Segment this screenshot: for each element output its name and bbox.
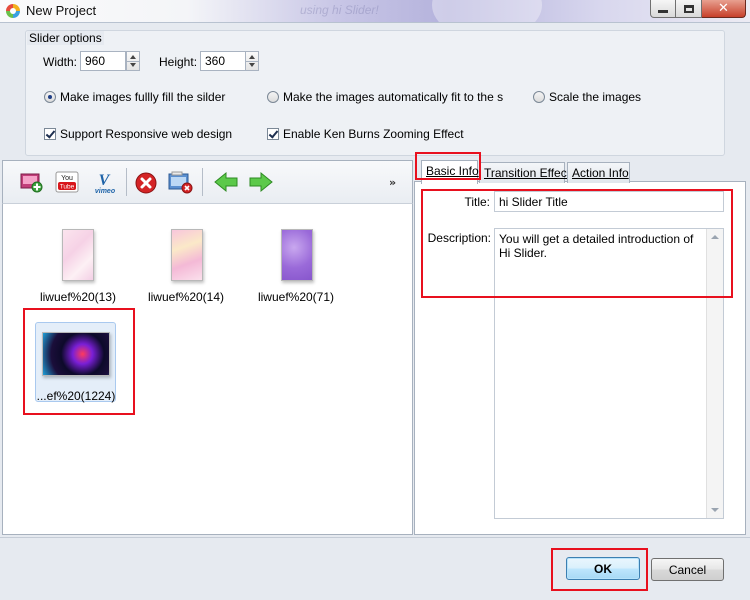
checkbox-ken-burns-label: Enable Ken Burns Zooming Effect — [283, 127, 464, 141]
description-field-label: Description: — [427, 231, 491, 245]
tab-action-info-label: Action Info — [572, 166, 629, 180]
checkbox-ken-burns-box[interactable] — [267, 128, 279, 140]
remove-icon — [135, 172, 157, 194]
scroll-up-icon[interactable] — [711, 235, 719, 239]
height-spinner[interactable] — [245, 51, 259, 71]
thumbnail-image-1[interactable] — [62, 229, 94, 281]
add-image-icon — [20, 173, 43, 193]
add-image-button[interactable] — [20, 171, 44, 193]
radio-fit-label: Make the images automatically fit to the… — [283, 90, 503, 104]
youtube-icon-text-1: You — [61, 175, 73, 182]
minimize-button[interactable] — [650, 0, 676, 18]
toolbar-overflow-button[interactable]: » — [389, 176, 396, 189]
thumbnail-caption-4: ...ef%20(1224) — [36, 389, 116, 403]
width-input[interactable]: 960 — [80, 51, 126, 71]
title-field-label: Title: — [464, 195, 490, 209]
title-input[interactable]: hi Slider Title — [494, 191, 724, 212]
thumbnail-caption-2: liwuef%20(14) — [147, 290, 225, 304]
tab-basic-info-label: Basic Info — [426, 164, 479, 178]
description-scrollbar[interactable] — [706, 229, 723, 518]
vimeo-button[interactable]: V vimeo — [90, 171, 120, 195]
maximize-icon — [683, 4, 694, 13]
app-icon — [6, 4, 20, 18]
description-textarea[interactable]: You will get a detailed introduction of … — [494, 228, 724, 519]
remove-image-button[interactable] — [134, 171, 158, 194]
height-input[interactable]: 360 — [200, 51, 246, 71]
toolbar-separator — [126, 168, 127, 196]
tab-basic-info[interactable]: Basic Info — [421, 160, 479, 184]
youtube-button[interactable]: You Tube — [55, 171, 79, 193]
arrow-right-icon — [249, 171, 273, 193]
minimize-icon — [658, 10, 668, 13]
thumbnail-image-4[interactable] — [42, 332, 110, 376]
youtube-icon-text-2: Tube — [60, 184, 75, 191]
window-controls: ✕ — [650, 0, 746, 18]
remove-all-icon — [168, 171, 193, 194]
checkbox-responsive-label: Support Responsive web design — [60, 127, 233, 141]
radio-fit-indicator[interactable] — [267, 91, 279, 103]
checkbox-ken-burns[interactable]: Enable Ken Burns Zooming Effect — [267, 127, 464, 141]
title-bar-watermark: using hi Slider! — [300, 3, 379, 17]
close-button[interactable]: ✕ — [702, 0, 746, 18]
thumbnail-caption-3: liwuef%20(71) — [257, 290, 335, 304]
ok-button[interactable]: OK — [566, 557, 640, 580]
close-icon: ✕ — [718, 1, 729, 16]
tab-transition-effect[interactable]: Transition Effect — [479, 162, 570, 183]
arrow-left-icon — [214, 171, 238, 193]
cancel-button[interactable]: Cancel — [651, 558, 724, 581]
title-bar: using hi Slider! New Project ✕ — [0, 0, 750, 40]
checkbox-responsive-box[interactable] — [44, 128, 56, 140]
window-title: New Project — [26, 3, 97, 18]
move-right-button[interactable] — [248, 171, 273, 193]
move-left-button[interactable] — [213, 171, 238, 193]
thumbnail-image-3[interactable] — [281, 229, 313, 281]
radio-scale-indicator[interactable] — [533, 91, 545, 103]
tab-transition-effect-label: Transition Effect — [484, 166, 571, 180]
width-spinner[interactable] — [126, 51, 140, 71]
youtube-icon: You Tube — [55, 171, 79, 193]
radio-fill[interactable]: Make images fullly fill the silder — [44, 90, 225, 104]
thumbnail-caption-1: liwuef%20(13) — [39, 290, 117, 304]
thumbnail-image-2[interactable] — [171, 229, 203, 281]
radio-scale[interactable]: Scale the images — [533, 90, 641, 104]
radio-fill-label: Make images fullly fill the silder — [60, 90, 226, 104]
remove-all-button[interactable] — [168, 171, 193, 194]
scroll-down-icon[interactable] — [711, 508, 719, 512]
vimeo-icon: V vimeo — [95, 172, 116, 195]
vimeo-icon-v: V — [99, 172, 111, 189]
maximize-button[interactable] — [676, 0, 702, 18]
slider-options-label: Slider options — [27, 31, 104, 45]
radio-scale-label: Scale the images — [549, 90, 642, 104]
width-label: Width: — [43, 55, 78, 69]
radio-fill-indicator[interactable] — [44, 91, 56, 103]
checkbox-responsive[interactable]: Support Responsive web design — [44, 127, 232, 141]
toolbar-separator-2 — [202, 168, 203, 196]
radio-fit[interactable]: Make the images automatically fit to the… — [267, 90, 503, 104]
tab-action-info[interactable]: Action Info — [567, 162, 630, 183]
height-label: Height: — [159, 55, 198, 69]
vimeo-icon-text: vimeo — [95, 188, 116, 195]
